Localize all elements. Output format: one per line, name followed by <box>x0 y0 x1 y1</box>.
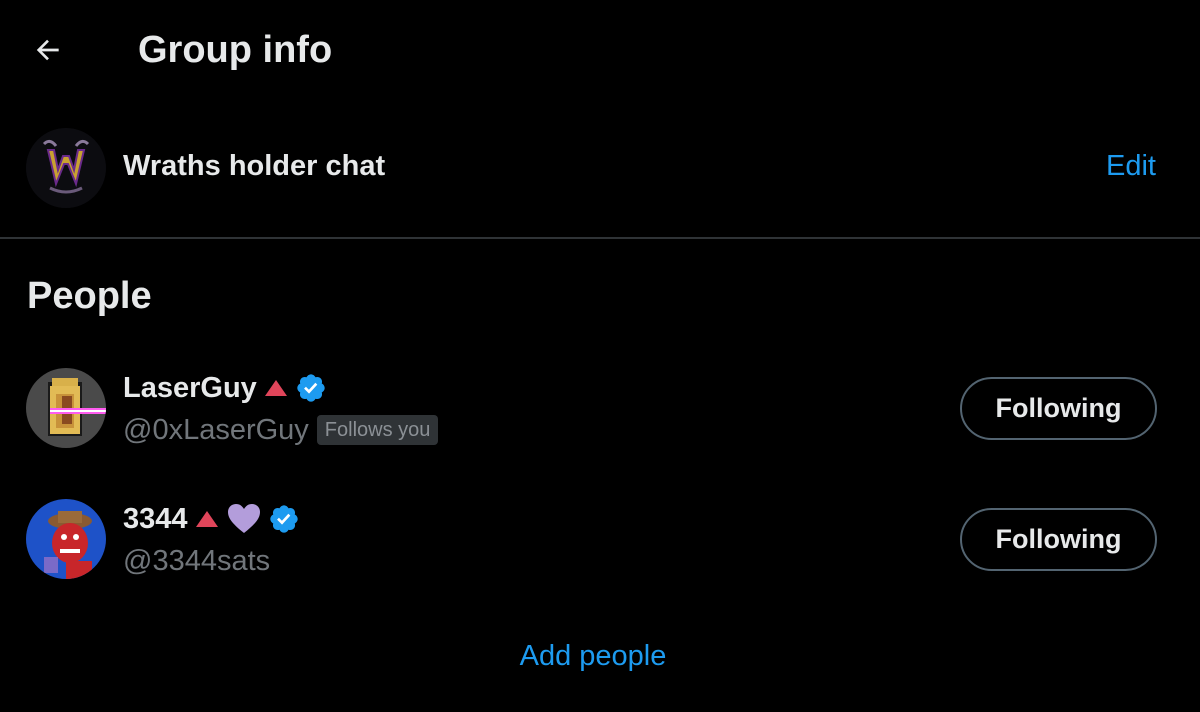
add-people-button[interactable]: Add people <box>520 640 667 672</box>
wraths-logo-icon <box>26 128 106 208</box>
avatar[interactable] <box>26 499 106 579</box>
handle-line: @3344sats <box>123 543 270 579</box>
name-line: LaserGuy <box>123 370 327 406</box>
handle-line: @0xLaserGuy Follows you <box>123 412 439 448</box>
following-button[interactable]: Following <box>960 508 1157 571</box>
laserguy-avatar-icon <box>26 368 106 448</box>
header: Group info <box>0 0 1200 100</box>
triangle-icon <box>195 511 218 527</box>
add-people-row: Add people <box>0 638 1200 674</box>
name-line: 3344 <box>123 501 300 537</box>
person-handle: @3344sats <box>123 545 271 577</box>
avatar[interactable] <box>26 368 106 448</box>
following-button[interactable]: Following <box>960 377 1157 440</box>
page-title: Group info <box>138 29 333 71</box>
follows-you-badge: Follows you <box>316 415 439 445</box>
group-avatar <box>26 128 106 208</box>
3344-avatar-icon <box>26 499 106 579</box>
edit-button[interactable]: Edit <box>1106 148 1156 184</box>
people-section-title: People <box>27 275 152 317</box>
group-info-page: Group info Wraths holder chat Edit Peopl… <box>0 0 1200 712</box>
arrow-left-icon <box>36 39 59 61</box>
list-item-laserguy[interactable]: LaserGuy @0xLaserGuy Follows you Followi… <box>0 368 1200 458</box>
person-name[interactable]: LaserGuy <box>123 370 257 406</box>
verified-icon <box>269 505 298 533</box>
verified-icon <box>297 374 325 402</box>
group-row: Wraths holder chat Edit <box>0 128 1200 208</box>
group-name: Wraths holder chat <box>123 150 386 182</box>
person-name[interactable]: 3344 <box>123 501 188 537</box>
person-handle: @0xLaserGuy <box>123 414 309 446</box>
list-item-3344[interactable]: 3344 @3344sats Following <box>0 499 1200 589</box>
purple-heart-icon <box>227 504 260 533</box>
triangle-icon <box>264 380 287 396</box>
back-button[interactable] <box>22 26 74 74</box>
divider <box>0 237 1200 239</box>
